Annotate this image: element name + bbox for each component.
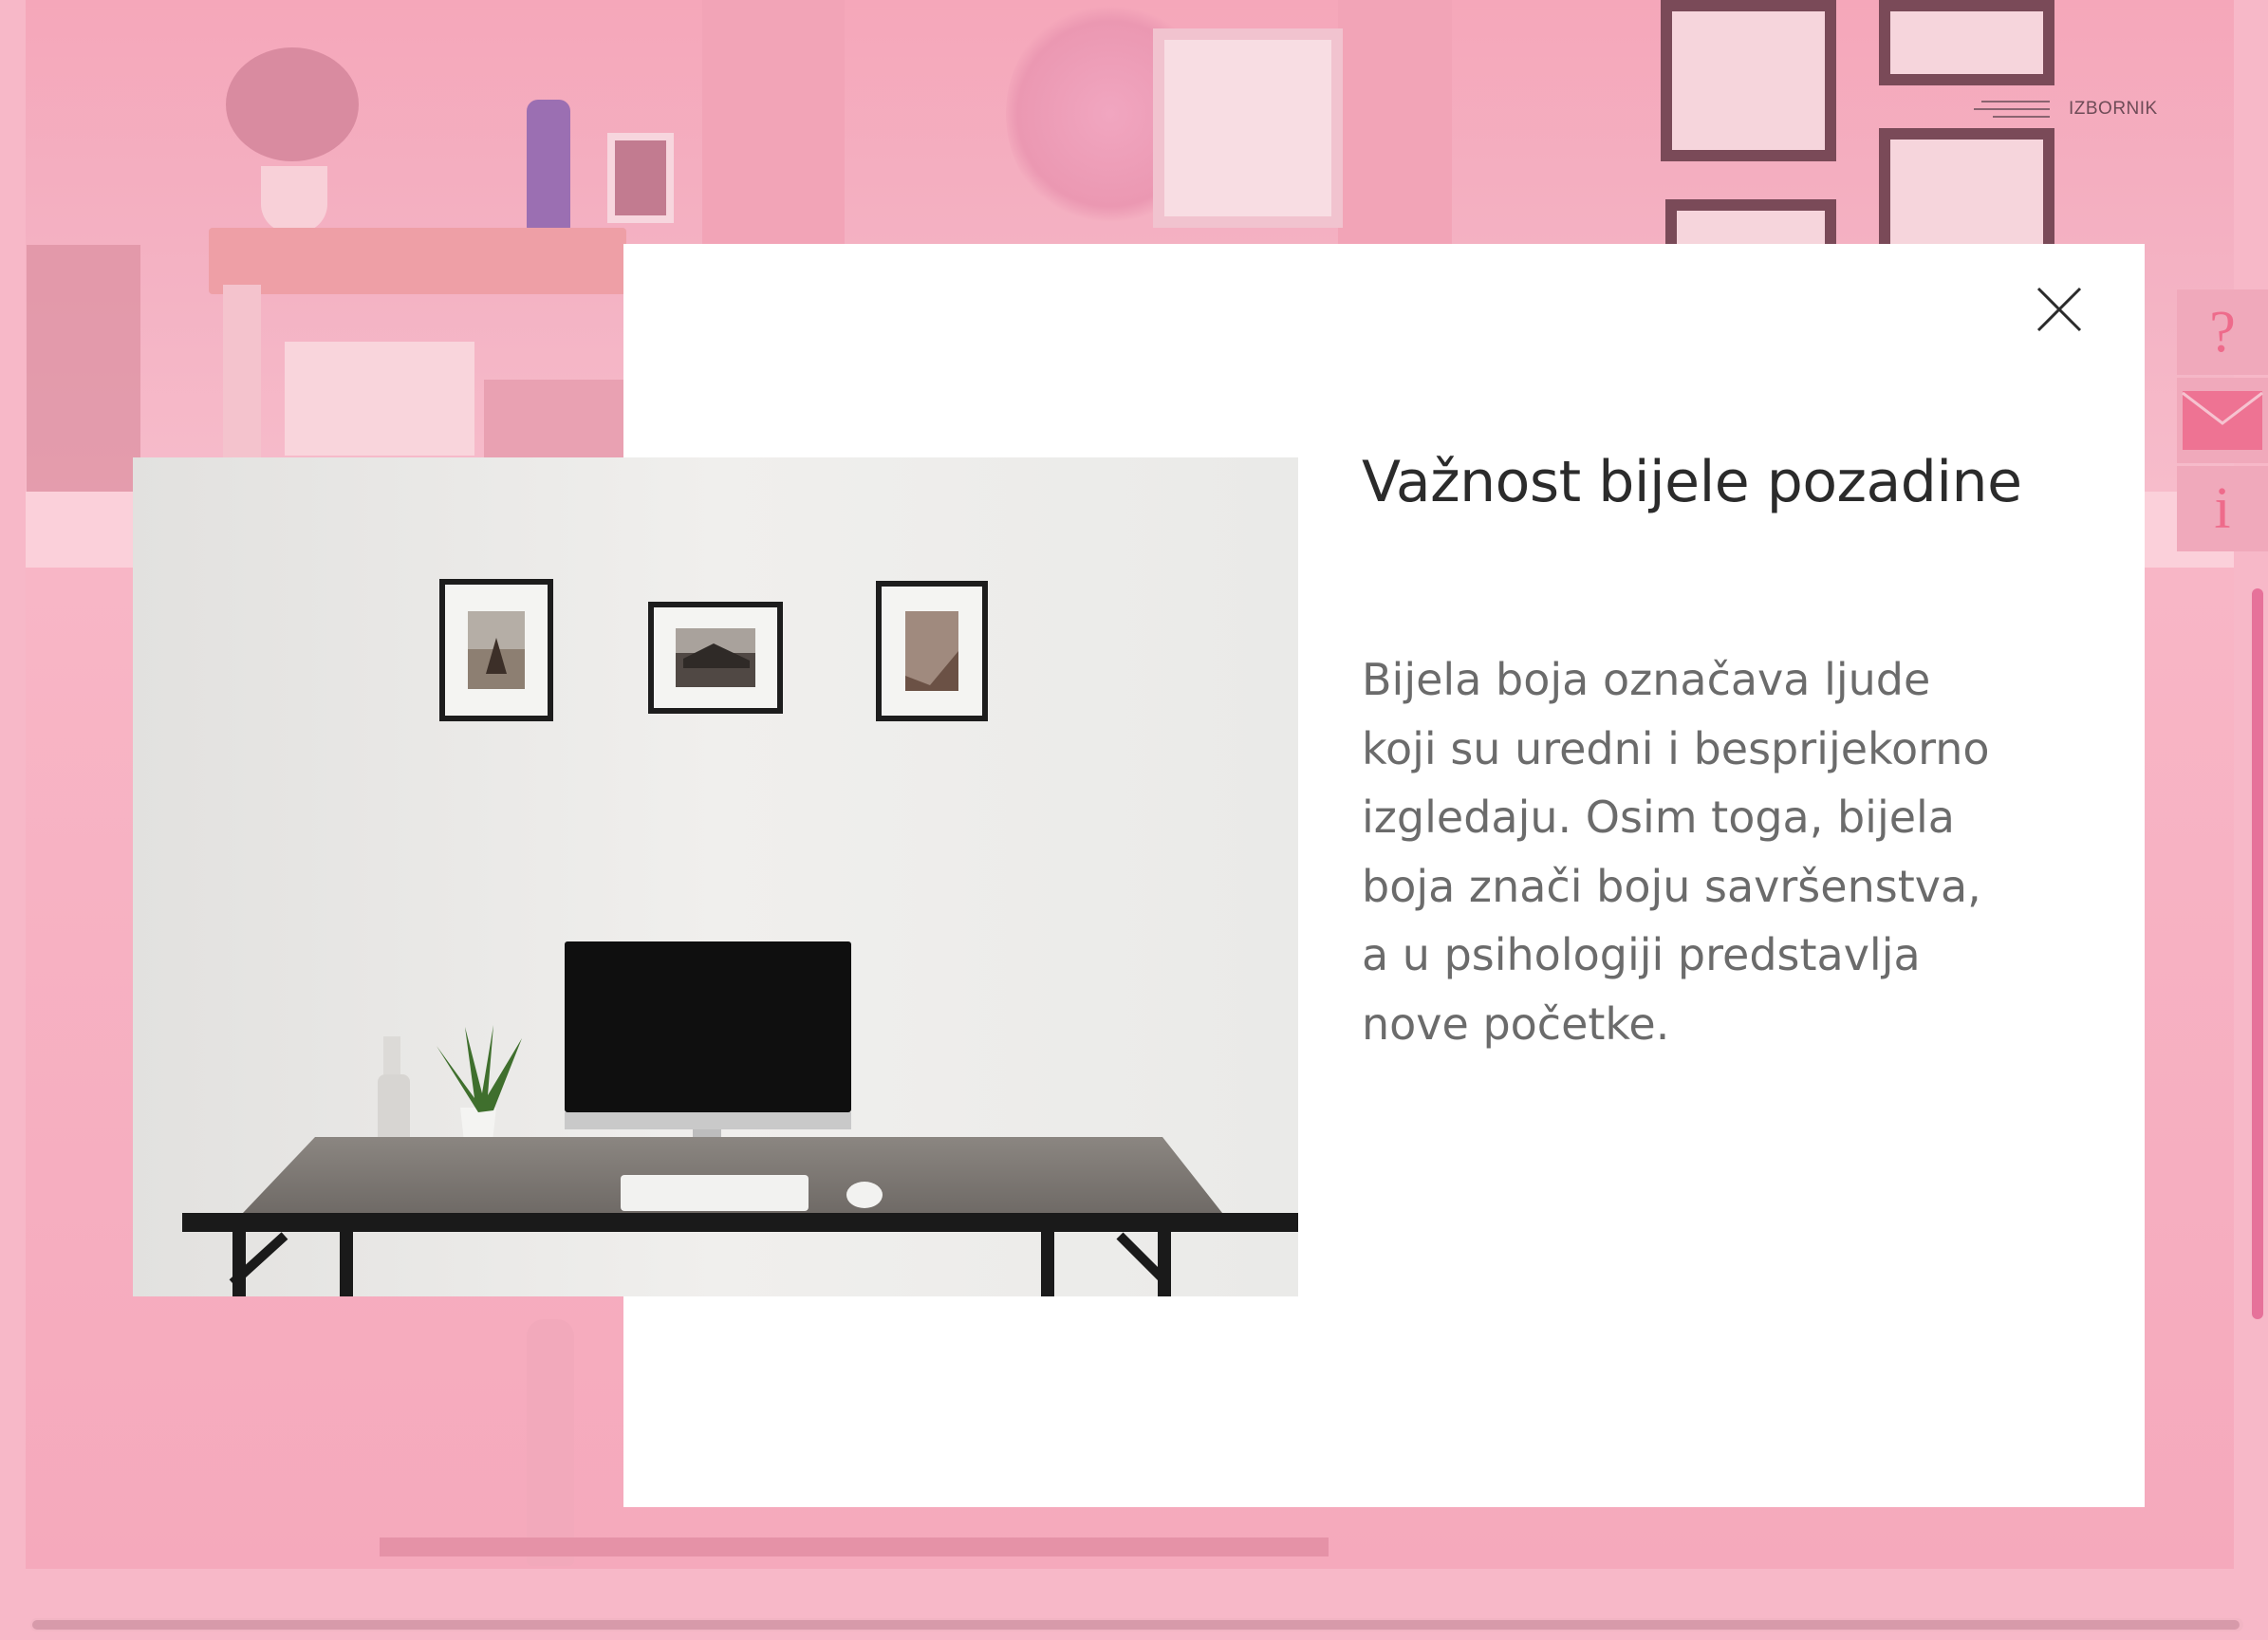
modal-body-line: koji su uredni i besprijekorno (1362, 722, 1990, 774)
modal-body-text: Bijela boja označava ljude koji su uredn… (1362, 645, 2045, 1058)
modal-body-line: boja znači boju savršenstva, (1362, 860, 1981, 912)
vertical-scrollbar[interactable] (2252, 588, 2263, 1319)
modal-title: Važnost bijele pozadine (1362, 449, 2022, 515)
background-vase (527, 100, 570, 233)
picture-frame-left (439, 579, 553, 721)
horizontal-scrollbar[interactable] (30, 1618, 2243, 1631)
background-frame (1879, 128, 2054, 261)
background-plant-pot (261, 166, 327, 233)
side-quick-buttons: ? i (2177, 289, 2268, 554)
question-icon: ? (2209, 299, 2236, 364)
background-storage-box (285, 342, 474, 456)
contact-button[interactable] (2177, 378, 2268, 463)
background-wall-panel (702, 0, 845, 247)
background-frame (1661, 0, 1836, 161)
modal-body-line: nove početke. (1362, 997, 1670, 1050)
horizontal-scrollbar-thumb[interactable] (32, 1620, 2240, 1630)
modal-body-line: izgledaju. Osim toga, bijela (1362, 792, 1955, 843)
picture-frame-middle (648, 602, 783, 714)
modal-body-line: Bijela boja označava ljude (1362, 654, 1931, 705)
background-frame (1153, 28, 1343, 228)
close-button[interactable] (2031, 283, 2088, 340)
mail-icon (2181, 389, 2264, 452)
background-shelf (209, 228, 626, 294)
picture-frame-right (876, 581, 988, 721)
background-plant (226, 47, 359, 161)
mouse (846, 1182, 883, 1208)
close-icon (2036, 286, 2083, 337)
background-wall-panel (1338, 0, 1452, 247)
background-chair (27, 245, 140, 492)
background-small-frame (607, 133, 674, 223)
desk-photo (133, 457, 1298, 1296)
background-shelf-leg (223, 285, 261, 475)
modal-body-line: a u psihologiji predstavlja (1362, 929, 1921, 980)
info-icon: i (2214, 475, 2231, 541)
info-button[interactable]: i (2177, 466, 2268, 551)
background-bottle (527, 1319, 574, 1566)
hamburger-icon (1974, 101, 2050, 118)
background-table (380, 1538, 1329, 1556)
help-button[interactable]: ? (2177, 289, 2268, 375)
background-frame (1879, 0, 2054, 85)
menu-label: IZBORNIK (2069, 99, 2158, 119)
menu-toggle[interactable]: IZBORNIK (1974, 95, 2158, 123)
keyboard (621, 1175, 809, 1211)
